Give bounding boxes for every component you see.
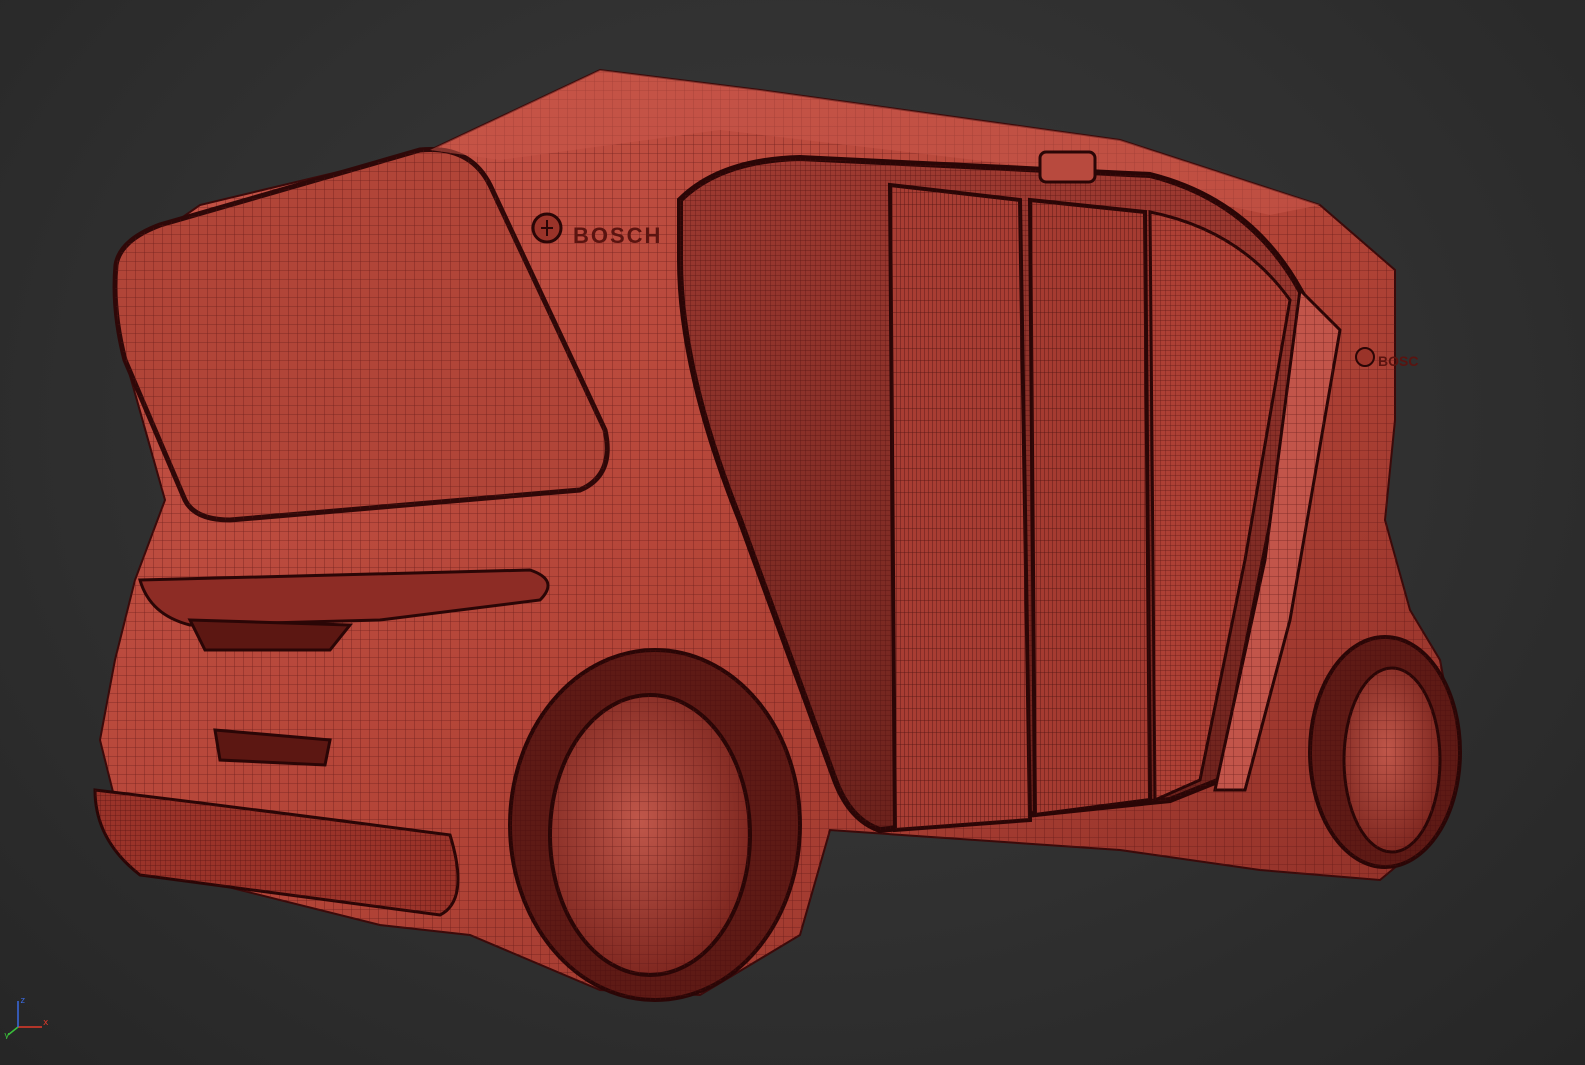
- y-axis-label: y: [4, 1031, 10, 1039]
- x-axis-label: x: [43, 1018, 48, 1028]
- y-axis: [7, 1026, 19, 1036]
- bosch-logo-icon: [1355, 347, 1375, 367]
- 3d-viewport[interactable]: BOSCH BOSC x y z: [0, 0, 1585, 1065]
- brand-text-rear: BOSC: [1378, 353, 1418, 369]
- brand-text-front: BOSCH: [573, 223, 662, 248]
- front-wheel: [1308, 635, 1462, 869]
- vehicle-wireframe-model[interactable]: BOSCH BOSC: [0, 0, 1585, 1065]
- z-axis-label: z: [20, 996, 25, 1006]
- rear-wheel: [508, 648, 802, 1002]
- axis-gizmo-icon: x y z: [4, 996, 48, 1039]
